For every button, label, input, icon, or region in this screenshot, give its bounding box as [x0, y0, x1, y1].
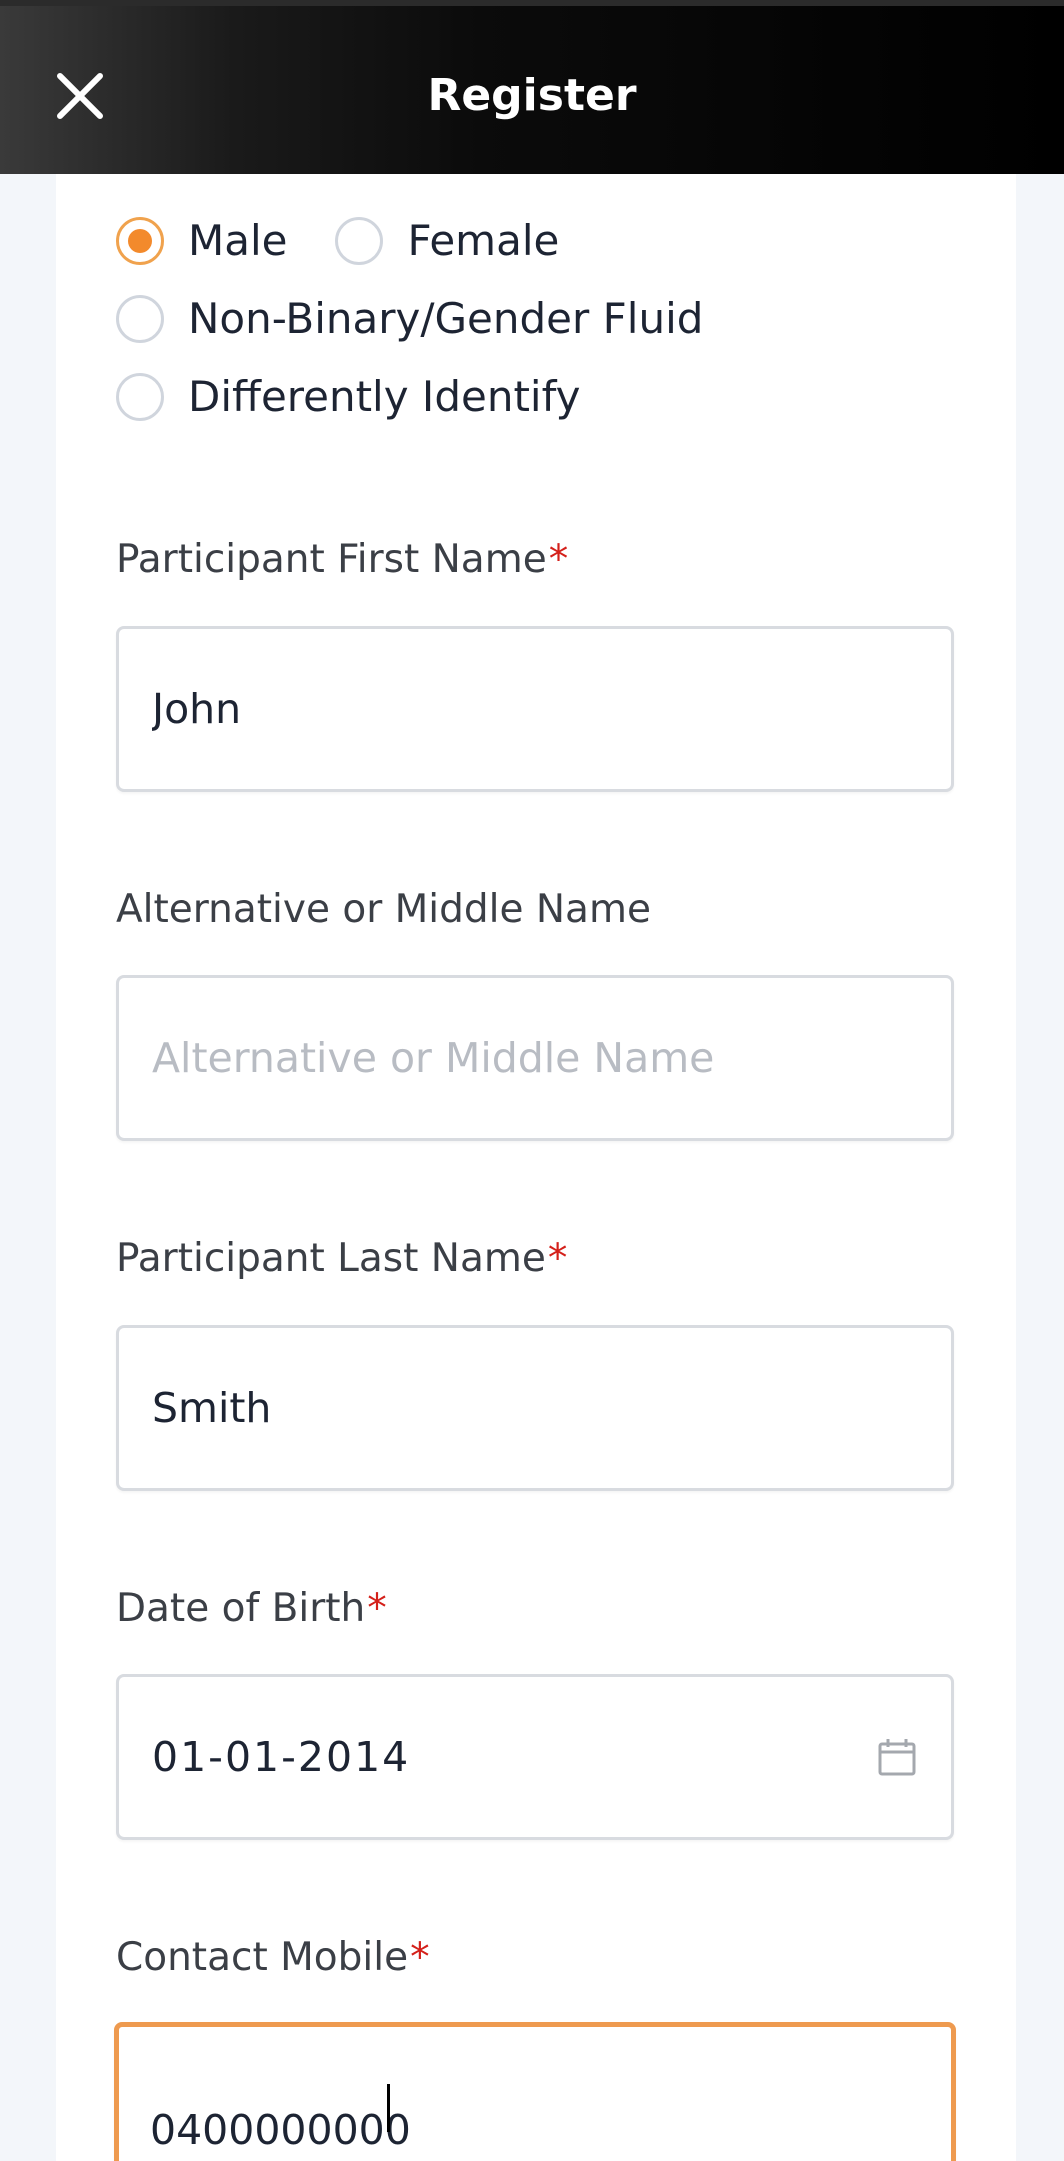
- calendar-icon[interactable]: [877, 1737, 917, 1777]
- registration-form: Male Female Non-Binary/Gender Fluid Diff…: [56, 174, 1016, 2161]
- radio-male-label: Male: [188, 216, 288, 265]
- radio-female-circle[interactable]: [335, 217, 384, 265]
- mobile-input[interactable]: [150, 2106, 890, 2154]
- radio-male[interactable]: Male: [116, 217, 287, 265]
- required-mark: *: [547, 1236, 568, 1281]
- dob-label-text: Date of Birth: [116, 1586, 366, 1631]
- radio-female-label: Female: [407, 216, 560, 265]
- last-name-field[interactable]: [116, 1325, 954, 1491]
- page-title: Register: [427, 70, 637, 121]
- dob-field[interactable]: [116, 1674, 954, 1840]
- first-name-input[interactable]: [152, 685, 892, 733]
- last-name-label-text: Participant Last Name: [116, 1236, 546, 1281]
- text-caret: [387, 2084, 390, 2132]
- radio-differently-identify-circle[interactable]: [116, 373, 164, 421]
- radio-non-binary-label: Non-Binary/Gender Fluid: [188, 294, 704, 343]
- mobile-label-text: Contact Mobile: [116, 1935, 409, 1980]
- dob-label: Date of Birth*: [116, 1585, 387, 1633]
- mobile-field[interactable]: [114, 2022, 956, 2161]
- radio-non-binary-circle[interactable]: [116, 295, 164, 343]
- first-name-label: Participant First Name*: [116, 536, 568, 584]
- app-header: Register: [0, 0, 1064, 174]
- gender-row-1: Male Female: [116, 217, 607, 265]
- required-mark: *: [548, 537, 569, 582]
- radio-differently-identify-label: Differently Identify: [188, 372, 581, 421]
- radio-differently-identify[interactable]: Differently Identify: [116, 373, 580, 421]
- middle-name-label-text: Alternative or Middle Name: [116, 887, 651, 932]
- required-mark: *: [367, 1586, 387, 1631]
- gender-row-2: Non-Binary/Gender Fluid: [116, 295, 751, 343]
- radio-female[interactable]: Female: [335, 217, 559, 265]
- gender-row-3: Differently Identify: [116, 373, 628, 421]
- middle-name-field[interactable]: [116, 975, 954, 1141]
- radio-non-binary[interactable]: Non-Binary/Gender Fluid: [116, 295, 703, 343]
- last-name-label: Participant Last Name*: [116, 1235, 567, 1283]
- radio-male-circle[interactable]: [116, 217, 164, 265]
- middle-name-input[interactable]: [152, 1034, 892, 1082]
- middle-name-label: Alternative or Middle Name: [116, 886, 651, 934]
- required-mark: *: [410, 1935, 430, 1980]
- first-name-field[interactable]: [116, 626, 954, 792]
- last-name-input[interactable]: [152, 1384, 892, 1432]
- dob-input[interactable]: [152, 1733, 892, 1781]
- mobile-label: Contact Mobile*: [116, 1934, 430, 1982]
- first-name-label-text: Participant First Name: [116, 537, 547, 582]
